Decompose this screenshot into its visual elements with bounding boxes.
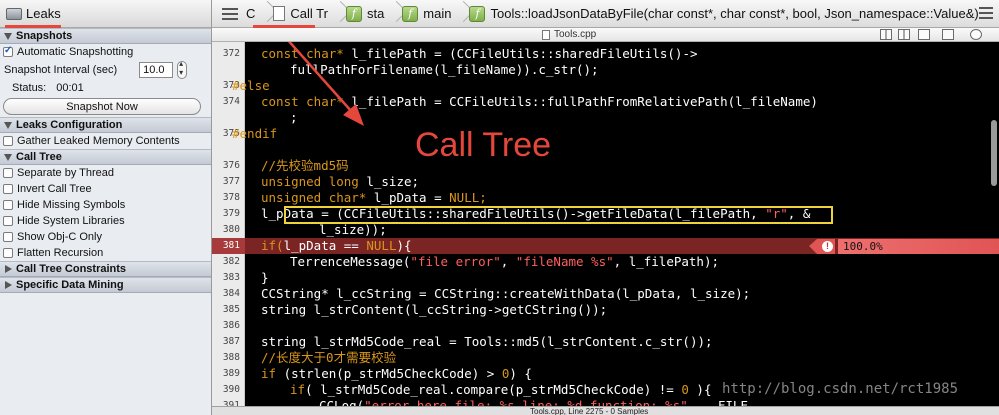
status-value: 00:01: [56, 82, 84, 94]
breadcrumb-separator: [388, 0, 398, 27]
section-label: Leaks Configuration: [16, 119, 123, 131]
gather-leaked-option[interactable]: Gather Leaked Memory Contents: [0, 133, 211, 149]
option-label: Separate by Thread: [17, 167, 115, 179]
section-label: Specific Data Mining: [16, 279, 124, 291]
breadcrumb-partial[interactable]: С: [242, 0, 259, 27]
status-row: Status: 00:01: [0, 80, 211, 96]
breadcrumb-label: main: [423, 6, 452, 21]
section-leaks-configuration[interactable]: Leaks Configuration: [0, 117, 211, 133]
snapshot-interval-input[interactable]: 10.0: [139, 62, 174, 78]
jump-bar: С Call Tr f sta f main f Tools::loadJson…: [212, 0, 999, 28]
option-label: Invert Call Tree: [17, 183, 92, 195]
file-icon: [273, 6, 286, 21]
vertical-scrollbar[interactable]: [991, 120, 997, 186]
call-tree-option[interactable]: Flatten Recursion: [0, 245, 211, 261]
disclosure-triangle-icon: [4, 121, 12, 129]
call-tree-option[interactable]: Hide Missing Symbols: [0, 197, 211, 213]
section-specific-data-mining[interactable]: Specific Data Mining: [0, 277, 211, 293]
call-tree-option[interactable]: Separate by Thread: [0, 165, 211, 181]
disclosure-triangle-icon: [4, 32, 12, 40]
function-icon: f: [345, 5, 362, 22]
xcode-icon[interactable]: [942, 29, 954, 40]
instrument-title-bar[interactable]: Leaks: [0, 0, 211, 28]
option-label: Hide System Libraries: [17, 215, 125, 227]
annotation-arrow-icon: [287, 42, 364, 126]
menu-icon[interactable]: [222, 7, 238, 20]
source-editor[interactable]: 372 373 374 375 376 377 378 379 380 381 …: [212, 42, 999, 406]
function-icon: f: [469, 5, 486, 22]
instrument-sidebar: Leaks Snapshots Automatic Snapshotting S…: [0, 0, 212, 415]
status-label: Status:: [12, 82, 47, 94]
section-label: Call Tree: [16, 151, 62, 163]
breadcrumb-separator: [332, 0, 342, 27]
breadcrumb-label: Tools::loadJsonDataByFile(char const*, c…: [490, 6, 979, 21]
function-icon: f: [402, 5, 419, 22]
invert-call-tree-checkbox[interactable]: [3, 184, 13, 194]
instrument-title: Leaks: [26, 6, 61, 21]
hide-system-libraries-checkbox[interactable]: [3, 216, 13, 226]
call-tree-option[interactable]: Invert Call Tree: [0, 181, 211, 197]
call-tree-option[interactable]: Show Obj-C Only: [0, 229, 211, 245]
automatic-snapshotting-option[interactable]: Automatic Snapshotting: [0, 44, 211, 60]
breadcrumb-function[interactable]: f Tools::loadJsonDataByFile(char const*,…: [465, 0, 982, 27]
options-menu-icon[interactable]: [979, 7, 993, 19]
section-call-tree[interactable]: Call Tree: [0, 149, 211, 165]
section-label: Call Tree Constraints: [16, 263, 127, 275]
snapshot-now-button[interactable]: Snapshot Now: [3, 98, 201, 115]
editor-filename: Tools.cpp: [542, 29, 596, 40]
breadcrumb-call-tree[interactable]: Call Tr: [269, 0, 332, 27]
leaks-instrument-icon: [6, 7, 22, 20]
gear-icon[interactable]: [970, 29, 982, 40]
status-bar: Tools.cpp, Line 2275 - 0 Samples: [212, 406, 999, 415]
layout-icon[interactable]: [880, 29, 892, 40]
call-tree-option[interactable]: Hide System Libraries: [0, 213, 211, 229]
disclosure-triangle-icon: [5, 281, 12, 289]
editor-toolbar: Tools.cpp: [212, 28, 999, 42]
breadcrumb-main[interactable]: f main: [398, 0, 455, 27]
breadcrumb-separator: [259, 0, 269, 27]
split-view-icon[interactable]: [898, 29, 910, 40]
snapshot-interval-label: Snapshot Interval (sec): [4, 64, 118, 76]
breadcrumb-label: Call Tr: [290, 6, 328, 21]
document-icon: [542, 29, 550, 40]
section-call-tree-constraints[interactable]: Call Tree Constraints: [0, 261, 211, 277]
snapshot-interval-row: Snapshot Interval (sec) 10.0: [0, 59, 211, 80]
flatten-recursion-checkbox[interactable]: [3, 248, 13, 258]
option-label: Flatten Recursion: [17, 247, 104, 259]
status-text: Tools.cpp, Line 2275 - 0 Samples: [530, 407, 649, 415]
breadcrumb-separator: [455, 0, 465, 27]
section-snapshots[interactable]: Snapshots: [0, 28, 211, 44]
breadcrumb-label: С: [246, 6, 256, 21]
snapshot-interval-stepper[interactable]: [177, 59, 188, 79]
show-objc-only-checkbox[interactable]: [3, 232, 13, 242]
disclosure-triangle-icon: [5, 265, 12, 273]
gather-leaked-checkbox[interactable]: [3, 136, 13, 146]
title-underline: [5, 25, 61, 28]
option-label: Automatic Snapshotting: [17, 46, 134, 58]
breadcrumb-label: sta: [366, 6, 385, 21]
automatic-snapshotting-checkbox[interactable]: [3, 45, 13, 57]
filename-label: Tools.cpp: [554, 29, 597, 40]
disclosure-triangle-icon: [4, 153, 12, 161]
section-label: Snapshots: [16, 30, 73, 42]
separate-by-thread-checkbox[interactable]: [3, 168, 13, 178]
option-label: Hide Missing Symbols: [17, 199, 126, 211]
breadcrumb-sta[interactable]: f sta: [342, 0, 388, 27]
option-label: Show Obj-C Only: [17, 231, 102, 243]
hide-missing-symbols-checkbox[interactable]: [3, 200, 13, 210]
annotations-icon[interactable]: [918, 29, 930, 40]
option-label: Gather Leaked Memory Contents: [17, 135, 180, 147]
